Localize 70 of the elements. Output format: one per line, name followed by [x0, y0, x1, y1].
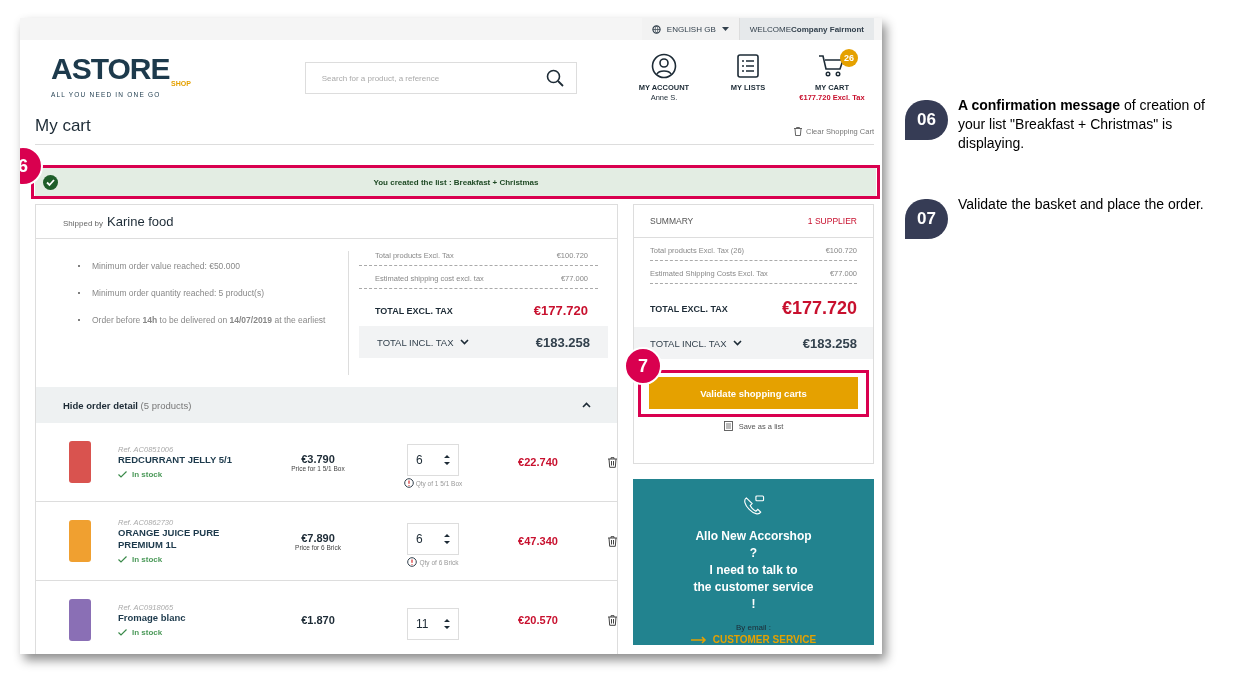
trash-icon: [794, 127, 803, 136]
total-value: €177.720: [533, 303, 588, 318]
page-title: My cart: [35, 116, 91, 136]
order-condition: Order before 14h to be delivered on 14/07/2019 at the earliest: [92, 314, 326, 327]
stepper-icon: [444, 533, 450, 545]
supplier-count: 1 SUPPLIER: [807, 216, 857, 226]
line-total: €47.340: [517, 535, 559, 547]
arrow-icon: [690, 635, 707, 644]
caret-icon: [721, 27, 729, 31]
quantity-field[interactable]: 11: [407, 608, 459, 640]
quantity-field[interactable]: 6: [407, 523, 459, 555]
callout-number: 7: [624, 347, 662, 385]
order-detail-label: Hide order detail (5 products): [63, 399, 192, 411]
step-number: 06: [905, 100, 948, 140]
product-name[interactable]: REDCURRANT JELLY 5/1: [118, 454, 238, 466]
info-icon: [407, 557, 418, 567]
unit-price: €3.790: [300, 452, 336, 465]
order-condition: Minimum order value reached: €50.000: [92, 260, 240, 273]
total-label: TOTAL INCL. TAX: [377, 336, 454, 348]
check-icon: [118, 556, 127, 563]
step-number: 07: [905, 199, 948, 239]
line-total: €20.570: [517, 614, 559, 626]
trash-icon[interactable]: [608, 614, 617, 626]
stepper-icon: [444, 454, 450, 466]
total-value: €183.258: [802, 335, 857, 351]
check-circle-icon: [43, 174, 58, 190]
check-icon: [118, 629, 127, 636]
quantity-field[interactable]: 6: [407, 444, 459, 476]
confirmation-message: You created the list : Breakfast + Christmas: [372, 177, 540, 187]
stock-status: In stock: [132, 628, 163, 637]
list-icon: [737, 54, 759, 78]
step-description: A confirmation message of creation of your list "Breakfast + Christmas" is displaying.: [958, 96, 1206, 153]
service-heading: Allo New Accorshop ? I need to talk to the customer service !: [693, 528, 814, 613]
check-icon: [118, 471, 127, 478]
stock-status: In stock: [132, 470, 163, 479]
list-icon: [723, 421, 733, 431]
total-label: TOTAL INCL. TAX: [650, 337, 727, 349]
summary-title: SUMMARY: [650, 216, 694, 226]
cart-count-badge: 26: [840, 49, 858, 67]
globe-icon: [651, 24, 661, 34]
quantity-input[interactable]: 6: [416, 525, 444, 553]
trash-icon[interactable]: [608, 456, 617, 468]
info-icon: [403, 478, 414, 488]
shipped-by-label: Shipped by: [63, 219, 104, 228]
search-field[interactable]: Search for a product, a reference: [304, 62, 577, 94]
total-incl-row[interactable]: TOTAL INCL. TAX €183.258: [634, 327, 873, 359]
step-description: Validate the basket and place the order.: [958, 195, 1205, 214]
total-label: TOTAL EXCL. TAX: [375, 305, 453, 316]
total-value: €177.720: [781, 298, 857, 319]
total-incl-row[interactable]: TOTAL INCL. TAX €183.258: [359, 326, 608, 358]
unit-price: €7.890: [300, 531, 336, 544]
search-icon: [546, 69, 564, 87]
product-name[interactable]: ORANGE JUICE PURE PREMIUM 1L: [118, 527, 238, 551]
supplier-name: Karine food: [107, 214, 174, 229]
stock-status: In stock: [132, 555, 163, 564]
quantity-input[interactable]: 6: [416, 446, 444, 474]
order-condition: Minimum order quantity reached: 5 product(s): [92, 287, 264, 300]
total-value: €183.258: [535, 334, 590, 350]
unit-price: €1.870: [300, 614, 336, 626]
welcome-text: WELCOMECompany Fairmont: [739, 18, 874, 40]
product-name[interactable]: Fromage blanc: [118, 612, 238, 624]
quantity-input[interactable]: 11: [416, 610, 444, 638]
trash-icon[interactable]: [608, 535, 617, 547]
user-icon: [651, 53, 677, 79]
line-total: €22.740: [517, 456, 559, 468]
email-label: By email :: [735, 623, 772, 632]
stepper-icon: [444, 618, 450, 630]
order-detail-toggle[interactable]: Hide order detail (5 products): [36, 387, 617, 423]
phone-icon: [741, 495, 766, 516]
total-label: TOTAL EXCL. TAX: [650, 303, 728, 314]
